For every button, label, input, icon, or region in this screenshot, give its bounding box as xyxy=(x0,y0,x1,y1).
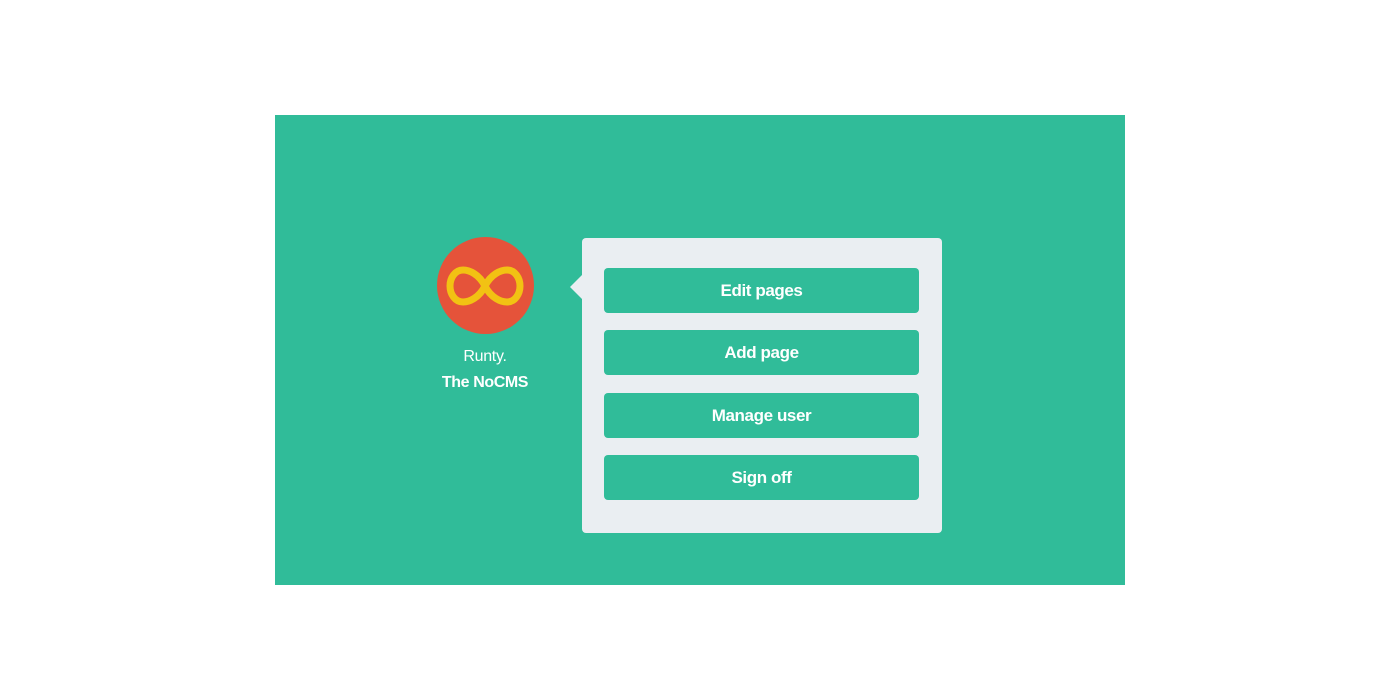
logo xyxy=(436,237,534,334)
infinity-icon xyxy=(446,266,524,305)
brand-name: Runty. xyxy=(463,348,507,365)
sign-off-button[interactable]: Sign off xyxy=(604,455,919,500)
brand-block: Runty. The NoCMS xyxy=(435,237,535,396)
edit-pages-button[interactable]: Edit pages xyxy=(604,268,919,313)
menu-popover: Edit pages Add page Manage user Sign off xyxy=(570,238,942,533)
popover-arrow xyxy=(570,275,582,299)
manage-user-button[interactable]: Manage user xyxy=(604,393,919,438)
add-page-button[interactable]: Add page xyxy=(604,330,919,375)
brand-tagline: The NoCMS xyxy=(441,374,529,391)
app-stage: Runty. The NoCMS Edit pages Add page Man… xyxy=(275,115,1125,585)
